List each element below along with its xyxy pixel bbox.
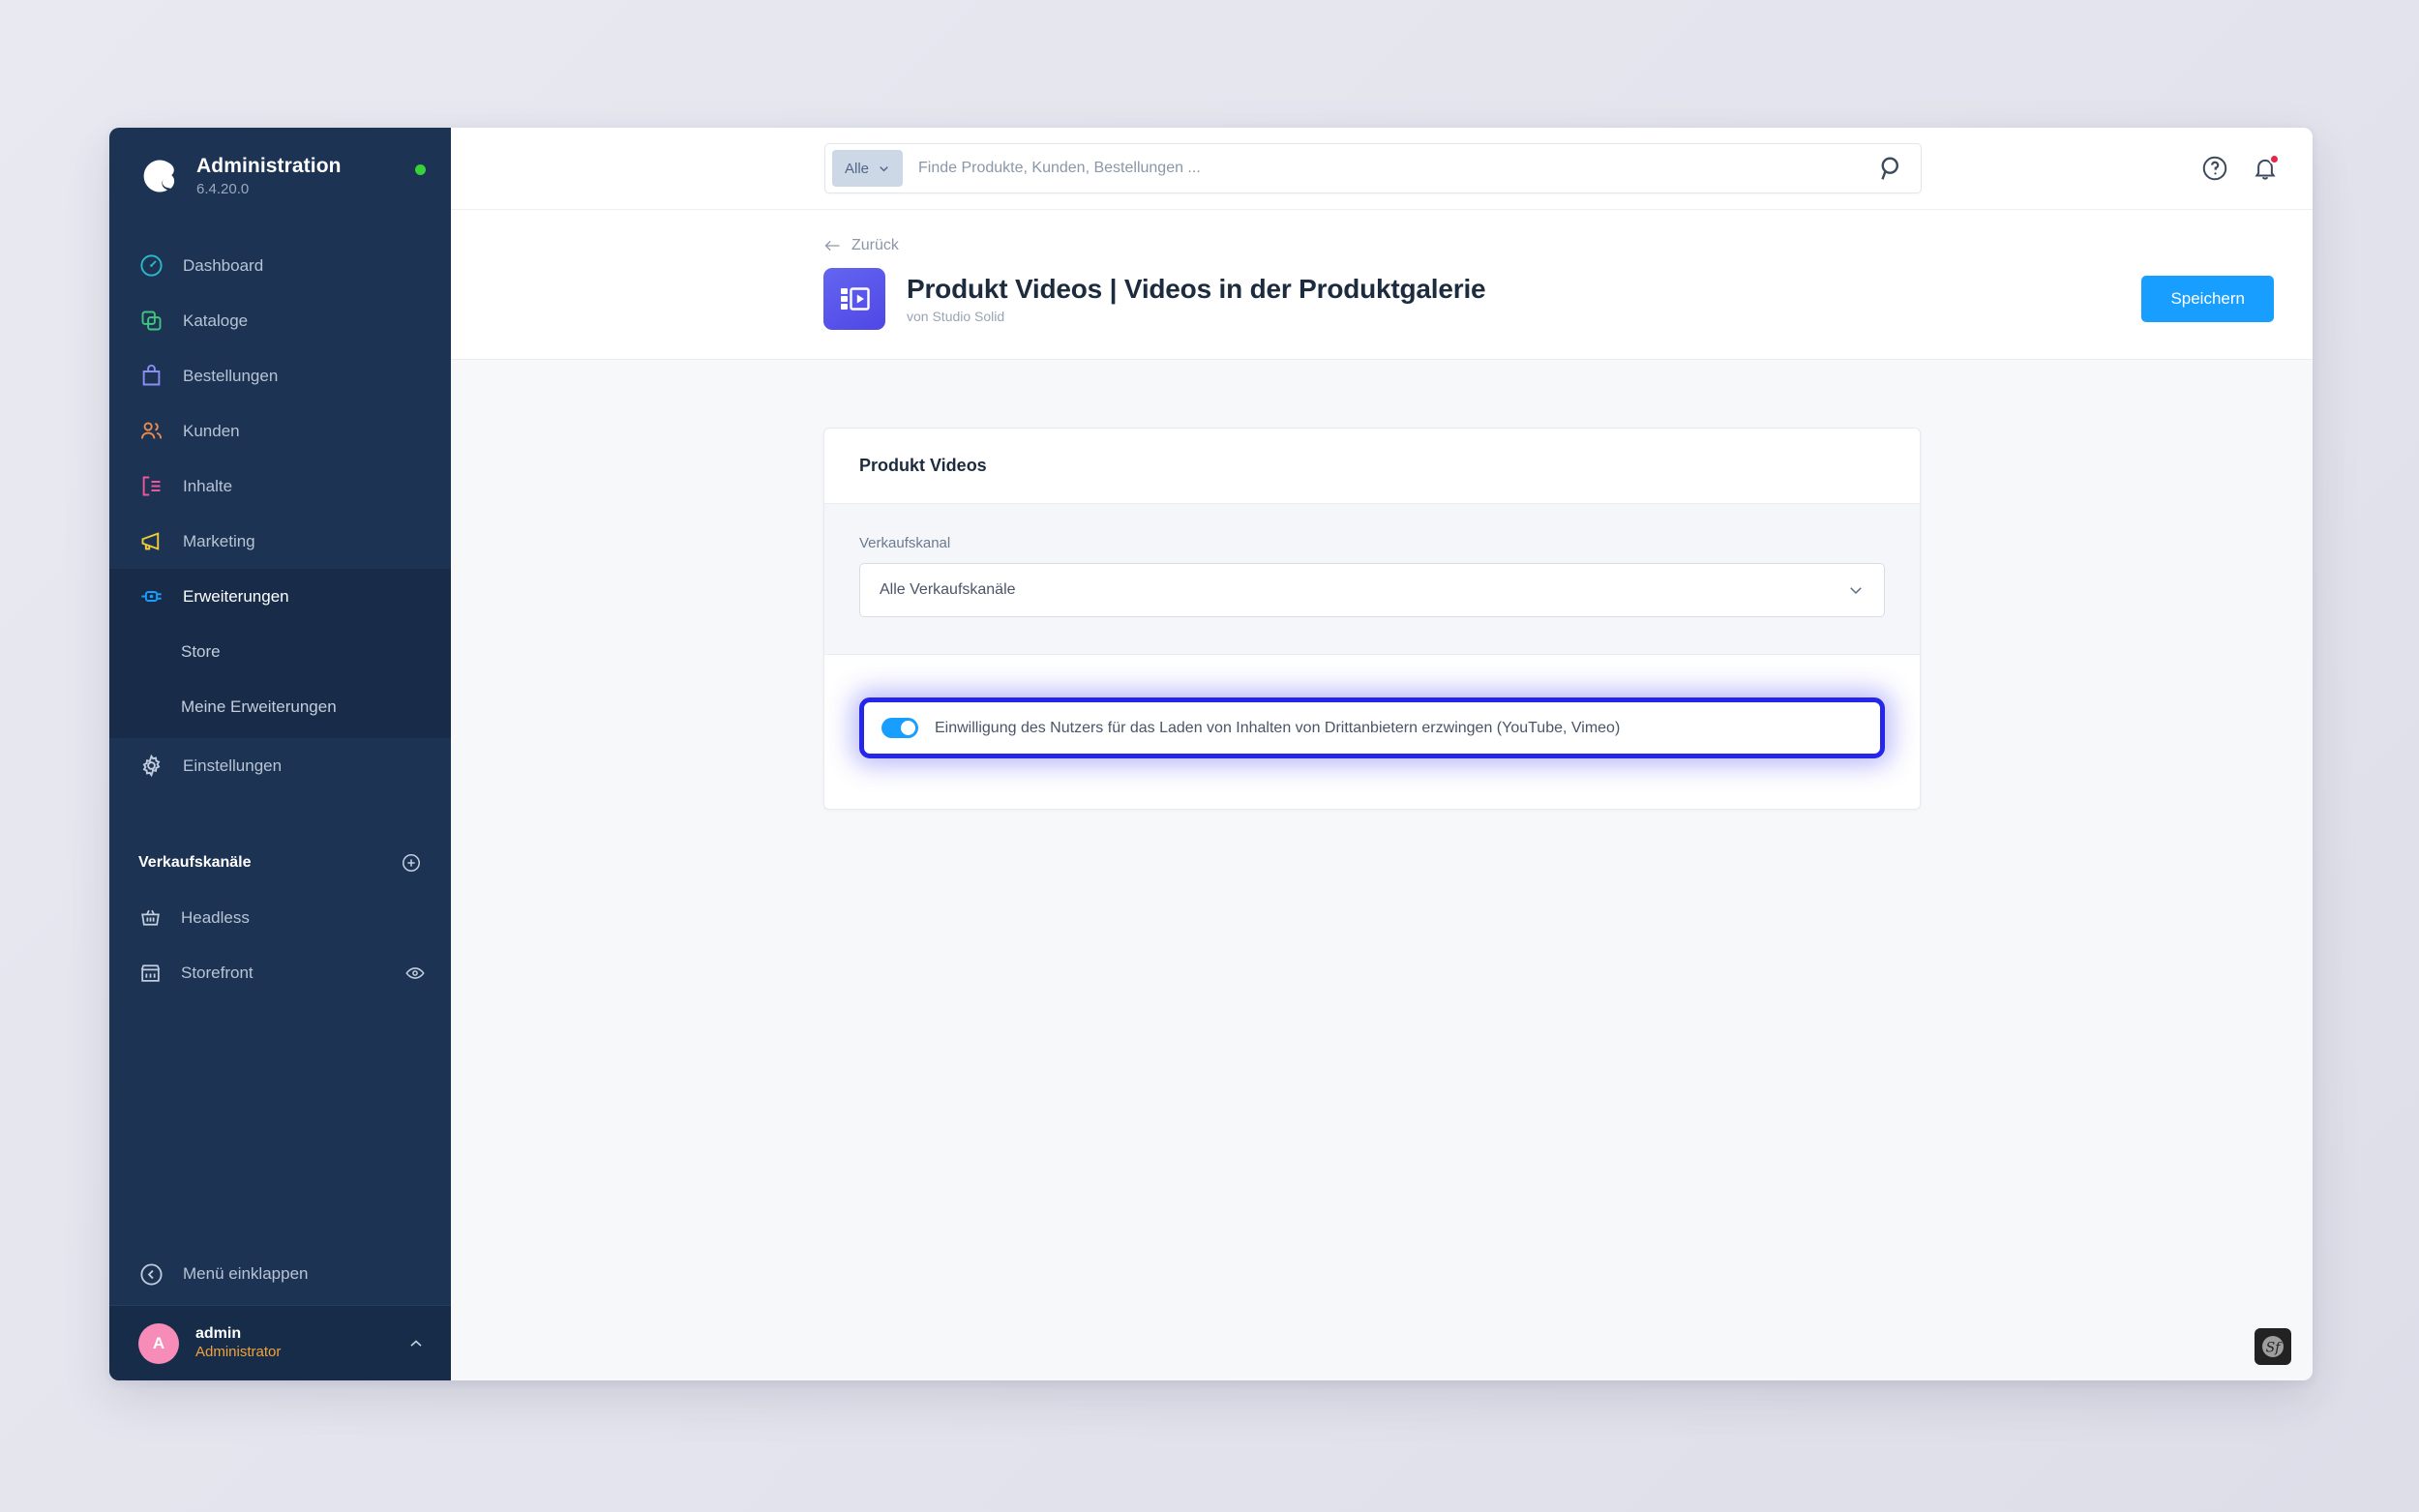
sidebar-channel-storefront[interactable]: Storefront <box>109 945 451 1000</box>
page-title: Produkt Videos | Videos in der Produktga… <box>907 273 1486 304</box>
sidebar-brand-text: Administration 6.4.20.0 <box>196 155 400 197</box>
basket-icon <box>141 910 160 927</box>
sidebar-section-verkaufskanaele: Verkaufskanäle <box>109 836 451 890</box>
chevron-down-icon <box>1850 587 1862 595</box>
search-scope-label: Alle <box>845 160 870 177</box>
sidebar-user-name: admin <box>195 1325 242 1343</box>
sidebar-item-label: Kunden <box>183 421 240 440</box>
sales-channel-section: Verkaufskanal Alle Verkaufskanäle <box>824 504 1920 655</box>
symfony-toolbar-icon[interactable]: Sf <box>2255 1328 2291 1365</box>
plus-circle-icon[interactable] <box>401 852 422 874</box>
sidebar-item-marketing[interactable]: Marketing <box>109 514 451 569</box>
search-scope-selector[interactable]: Alle <box>832 150 904 187</box>
sidebar-item-label: Inhalte <box>183 476 233 495</box>
sidebar-item-kataloge[interactable]: Kataloge <box>109 293 451 348</box>
browser-window: Administration 6.4.20.0 Dashboard Katalo… <box>109 128 2313 1380</box>
store-icon <box>140 964 161 983</box>
sidebar-item-kunden[interactable]: Kunden <box>109 403 451 459</box>
avatar: A <box>138 1322 179 1364</box>
sidebar-item-label: Erweiterungen <box>183 586 289 606</box>
sidebar-item-label: Marketing <box>183 531 255 550</box>
sidebar-item-bestellungen[interactable]: Bestellungen <box>109 348 451 403</box>
online-dot-icon <box>415 163 426 175</box>
sales-channel-select[interactable]: Alle Verkaufskanäle <box>859 563 1885 617</box>
notification-badge <box>2269 154 2280 164</box>
page-header-inner: Zurück Produkt Videos | Videos in der Pr… <box>451 237 2313 330</box>
sidebar-item-dashboard[interactable]: Dashboard <box>109 238 451 293</box>
bag-icon <box>142 365 161 386</box>
symfony-logo-glyph: Sf <box>2262 1336 2284 1357</box>
eye-icon[interactable] <box>404 963 426 984</box>
chevron-left-circle-icon <box>140 1262 163 1286</box>
sidebar-user-role: Administrator <box>195 1344 282 1361</box>
sidebar-item-label: Dashboard <box>183 255 264 275</box>
sidebar-channel-label: Headless <box>181 907 250 927</box>
topbar-actions <box>2200 154 2280 183</box>
sidebar-brand[interactable]: Administration 6.4.20.0 <box>109 128 451 219</box>
sidebar-channel-label: Storefront <box>181 963 254 982</box>
search-input[interactable] <box>903 160 1874 177</box>
arrow-left-icon <box>824 240 840 252</box>
shopware-logo-icon <box>143 160 175 193</box>
main-area: Alle Finde Produkte, Kunden, Bestellunge… <box>451 128 2313 1380</box>
sidebar-subitem-label: Meine Erweiterungen <box>181 697 337 716</box>
sidebar-brand-title: Administration <box>196 155 342 177</box>
search-icon[interactable] <box>1874 152 1907 185</box>
sidebar-nav: Dashboard Kataloge Bestellungen Kunden I… <box>109 238 451 793</box>
consent-toggle-switch[interactable] <box>881 718 918 738</box>
sidebar-brand-version: 6.4.20.0 <box>196 181 250 198</box>
sidebar-item-label: Einstellungen <box>183 756 283 775</box>
consent-toggle-label: Einwilligung des Nutzers für das Laden v… <box>935 719 1621 736</box>
sidebar-item-label: Bestellungen <box>183 366 279 385</box>
video-gallery-icon <box>823 268 885 330</box>
chevron-down-icon <box>880 165 888 171</box>
sidebar-item-inhalte[interactable]: Inhalte <box>109 459 451 514</box>
consent-toggle-row[interactable]: Einwilligung des Nutzers für das Laden v… <box>859 697 1885 758</box>
sales-channel-value: Alle Verkaufskanäle <box>880 581 1016 598</box>
megaphone-icon <box>141 532 160 551</box>
back-button-label: Zurück <box>851 237 899 253</box>
content-icon <box>142 476 161 496</box>
sidebar-subitem-label: Store <box>181 641 221 661</box>
page-title-row: Produkt Videos | Videos in der Produktga… <box>823 268 2274 330</box>
sidebar-item-erweiterungen[interactable]: Erweiterungen <box>109 569 451 625</box>
notification-bell-button[interactable] <box>2251 154 2280 183</box>
card-heading: Produkt Videos <box>824 429 1920 504</box>
toggle-knob <box>901 721 915 735</box>
sidebar-item-einstellungen[interactable]: Einstellungen <box>109 738 451 793</box>
back-button[interactable]: Zurück <box>823 237 899 254</box>
sidebar-user-menu[interactable]: A admin Administrator <box>109 1305 451 1380</box>
page-subtitle: von Studio Solid <box>907 309 1005 325</box>
sidebar-subitem-meine-erweiterungen[interactable]: Meine Erweiterungen <box>109 679 451 735</box>
topbar: Alle <box>451 128 2313 210</box>
sidebar-subitem-store[interactable]: Store <box>109 624 451 680</box>
sidebar-collapse-label: Menü einklappen <box>183 1264 309 1283</box>
question-circle-icon[interactable] <box>2200 154 2229 183</box>
sidebar-section-title: Verkaufskanäle <box>138 854 252 872</box>
sidebar: Administration 6.4.20.0 Dashboard Katalo… <box>109 128 451 1380</box>
settings-card: Produkt Videos Verkaufskanal Alle Verkau… <box>823 428 1921 810</box>
sidebar-user-text: admin Administrator <box>195 1324 390 1362</box>
sales-channel-label: Verkaufskanal <box>859 535 951 551</box>
sidebar-item-label: Kataloge <box>183 311 249 330</box>
save-button[interactable]: Speichern <box>2141 276 2274 322</box>
sidebar-channel-headless[interactable]: Headless <box>109 890 451 945</box>
content-area: Produkt Videos Verkaufskanal Alle Verkau… <box>451 360 2313 1380</box>
consent-section: Einwilligung des Nutzers für das Laden v… <box>824 655 1920 809</box>
gear-icon <box>142 755 161 778</box>
global-search: Alle <box>824 143 1922 193</box>
page-header: Zurück Produkt Videos | Videos in der Pr… <box>451 210 2313 360</box>
plug-icon <box>141 591 162 603</box>
sidebar-submenu-erweiterungen: Store Meine Erweiterungen <box>109 624 451 739</box>
video-gallery-glyph <box>841 287 870 311</box>
page-titles: Produkt Videos | Videos in der Produktga… <box>907 273 1486 325</box>
sidebar-collapse-button[interactable]: Menü einklappen <box>109 1243 451 1305</box>
chevron-up-icon <box>410 1339 422 1347</box>
users-icon <box>140 422 163 439</box>
gauge-icon <box>140 254 163 277</box>
layers-icon <box>141 311 162 331</box>
